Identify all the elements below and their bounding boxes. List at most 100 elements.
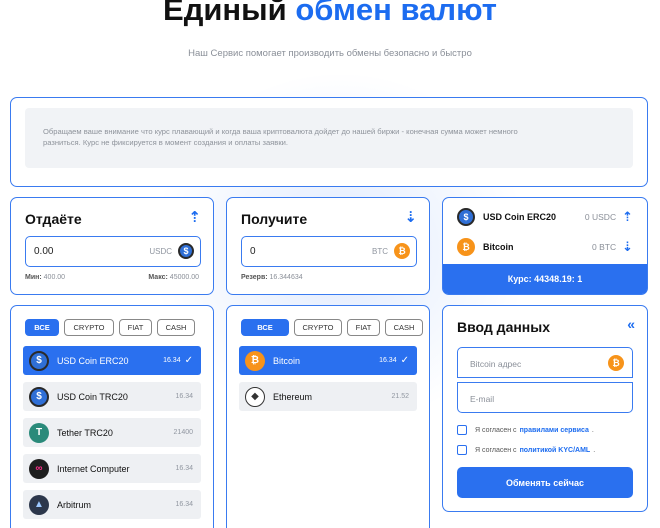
email-input[interactable]: E-mail	[457, 382, 633, 413]
notice-card: Обращаем ваше внимание что курс плавающи…	[10, 97, 648, 187]
list-item[interactable]: ▲ Arbitrum 16.34	[23, 490, 201, 519]
currency-reserve: 16.34	[163, 357, 181, 364]
form-title: Ввод данных	[457, 319, 551, 335]
arrow-up-icon: ⇡	[188, 209, 201, 226]
filter-cash[interactable]: CASH	[157, 319, 195, 336]
currency-reserve: 16.34	[175, 393, 193, 400]
arrow-up-icon: ⇡	[622, 209, 633, 224]
agree-kyc-checkbox[interactable]	[457, 445, 467, 455]
service-rules-link[interactable]: правилами сервиса	[520, 427, 589, 434]
max-label: Макс:	[148, 274, 168, 281]
min-value: 400.00	[43, 274, 66, 281]
currency-name: Tether TRC20	[57, 427, 113, 438]
usdc-coin-icon: $	[178, 243, 194, 259]
email-placeholder: E-mail	[470, 394, 495, 404]
get-amount-input[interactable]: 0 BTC ₿	[241, 236, 417, 267]
list-item[interactable]: $ USD Coin TRC20 16.34	[23, 382, 201, 411]
summary-to-name: Bitcoin	[483, 242, 514, 252]
currency-reserve: 21.52	[391, 393, 409, 400]
bitcoin-coin-icon: ₿	[245, 350, 265, 371]
filter-cash[interactable]: CASH	[385, 319, 423, 336]
agree-kyc-prefix: Я согласен с	[475, 446, 517, 454]
bitcoin-coin-icon: ₿	[608, 355, 624, 371]
bitcoin-coin-icon: ₿	[457, 238, 475, 256]
give-card: Отдаёте ⇡ 0.00 USDC $ Мин: 400.00 Макс: …	[10, 197, 214, 295]
give-amount-input[interactable]: 0.00 USDC $	[25, 236, 201, 267]
notice-line-1: Обращаем ваше внимание что курс плавающи…	[43, 127, 518, 136]
agree-rules-checkbox[interactable]	[457, 425, 467, 435]
filter-fiat[interactable]: FIAT	[119, 319, 152, 336]
notice-text: Обращаем ваше внимание что курс плавающи…	[25, 108, 633, 168]
arrow-down-icon: ⇣	[622, 239, 633, 254]
usdc-coin-icon: $	[29, 386, 49, 407]
page-title: Единый обмен валют	[0, 0, 660, 28]
currency-name: Bitcoin	[273, 355, 301, 366]
get-title: Получите	[241, 211, 308, 227]
get-reserve: Резерв: 16.344634	[241, 274, 303, 281]
list-item[interactable]: ◆ Ethereum 21.52	[239, 382, 417, 411]
list-item[interactable]: T Tether TRC20 21400	[23, 418, 201, 447]
give-max: Макс: 45000.00	[148, 274, 199, 281]
check-icon: ✓	[184, 355, 193, 366]
max-value: 45000.00	[169, 274, 199, 281]
list-item[interactable]: ₿ Bitcoin 16.34 ✓	[239, 346, 417, 375]
currency-name: USD Coin ERC20	[57, 355, 129, 366]
agree-kyc: Я согласен с политикой KYC/AML .	[457, 445, 595, 455]
give-filter-tabs: ВСЕ CRYPTO FIAT CASH	[25, 319, 195, 336]
exchange-rate: Курс: 44348.19: 1	[443, 264, 647, 294]
currency-reserve: 21400	[173, 429, 193, 436]
summary-from-name: USD Coin ERC20	[483, 212, 557, 222]
currency-name: USD Coin TRC20	[57, 391, 128, 402]
filter-fiat[interactable]: FIAT	[347, 319, 380, 336]
agree-rules-dot: .	[591, 426, 594, 434]
currency-reserve: 16.34	[175, 501, 193, 508]
tether-coin-icon: T	[29, 422, 49, 443]
exchange-now-button[interactable]: Обменять сейчас	[457, 467, 633, 498]
summary-to-amount: 0 BTC	[592, 242, 617, 252]
filter-crypto[interactable]: CRYPTO	[64, 319, 114, 336]
notice-line-2: разниться. Курс не фиксируется в момент …	[43, 138, 289, 147]
reserve-value: 16.344634	[269, 274, 303, 281]
arbitrum-coin-icon: ▲	[29, 494, 49, 515]
min-label: Мин:	[25, 274, 42, 281]
agree-rules: Я согласен с правилами сервиса .	[457, 425, 594, 435]
currency-name: Arbitrum	[57, 499, 92, 510]
currency-reserve: 16.34	[379, 357, 397, 364]
filter-all[interactable]: ВСЕ	[25, 319, 59, 336]
bitcoin-coin-icon: ₿	[394, 243, 410, 259]
give-min: Мин: 400.00	[25, 274, 65, 281]
give-currency-list: $ USD Coin ERC20 16.34 ✓ $ USD Coin TRC2…	[23, 346, 201, 526]
check-icon: ✓	[400, 355, 409, 366]
list-item[interactable]: $ USD Coin ERC20 16.34 ✓	[23, 346, 201, 375]
double-arrow-left-icon: «	[627, 316, 635, 332]
get-currency-list: ₿ Bitcoin 16.34 ✓ ◆ Ethereum 21.52	[239, 346, 417, 418]
address-placeholder: Bitcoin адрес	[470, 359, 522, 369]
filter-all[interactable]: ВСЕ	[241, 319, 289, 336]
get-filter-tabs: ВСЕ CRYPTO FIAT CASH	[241, 319, 423, 336]
give-title: Отдаёте	[25, 211, 82, 227]
give-amount-value: 0.00	[34, 246, 54, 257]
give-currency-list-card: ВСЕ CRYPTO FIAT CASH $ USD Coin ERC20 16…	[10, 305, 214, 528]
title-part1: Единый	[163, 0, 287, 27]
agree-kyc-dot: .	[593, 446, 596, 454]
kyc-aml-link[interactable]: политикой KYC/AML	[520, 447, 591, 454]
summary-from: $ USD Coin ERC20 0 USDC ⇡	[457, 208, 633, 226]
bitcoin-address-input[interactable]: Bitcoin адрес ₿	[457, 347, 633, 378]
give-currency: USDC	[149, 247, 172, 256]
agree-rules-prefix: Я согласен с	[475, 426, 517, 434]
summary-from-amount: 0 USDC	[584, 212, 617, 222]
summary-to: ₿ Bitcoin 0 BTC ⇣	[457, 238, 633, 256]
usdc-coin-icon: $	[457, 208, 475, 226]
currency-name: Internet Computer	[57, 463, 130, 474]
get-currency-list-card: ВСЕ CRYPTO FIAT CASH ₿ Bitcoin 16.34 ✓ ◆…	[226, 305, 430, 528]
arrow-down-icon: ⇣	[404, 209, 417, 226]
data-entry-card: Ввод данных « Bitcoin адрес ₿ E-mail Я с…	[442, 305, 648, 512]
filter-crypto[interactable]: CRYPTO	[294, 319, 342, 336]
title-part2: обмен валют	[295, 0, 497, 27]
reserve-label: Резерв:	[241, 274, 268, 281]
get-amount-value: 0	[250, 246, 256, 257]
internet-computer-coin-icon: ∞	[29, 458, 49, 479]
list-item[interactable]: ∞ Internet Computer 16.34	[23, 454, 201, 483]
currency-name: Ethereum	[273, 391, 313, 402]
get-card: Получите ⇣ 0 BTC ₿ Резерв: 16.344634	[226, 197, 430, 295]
